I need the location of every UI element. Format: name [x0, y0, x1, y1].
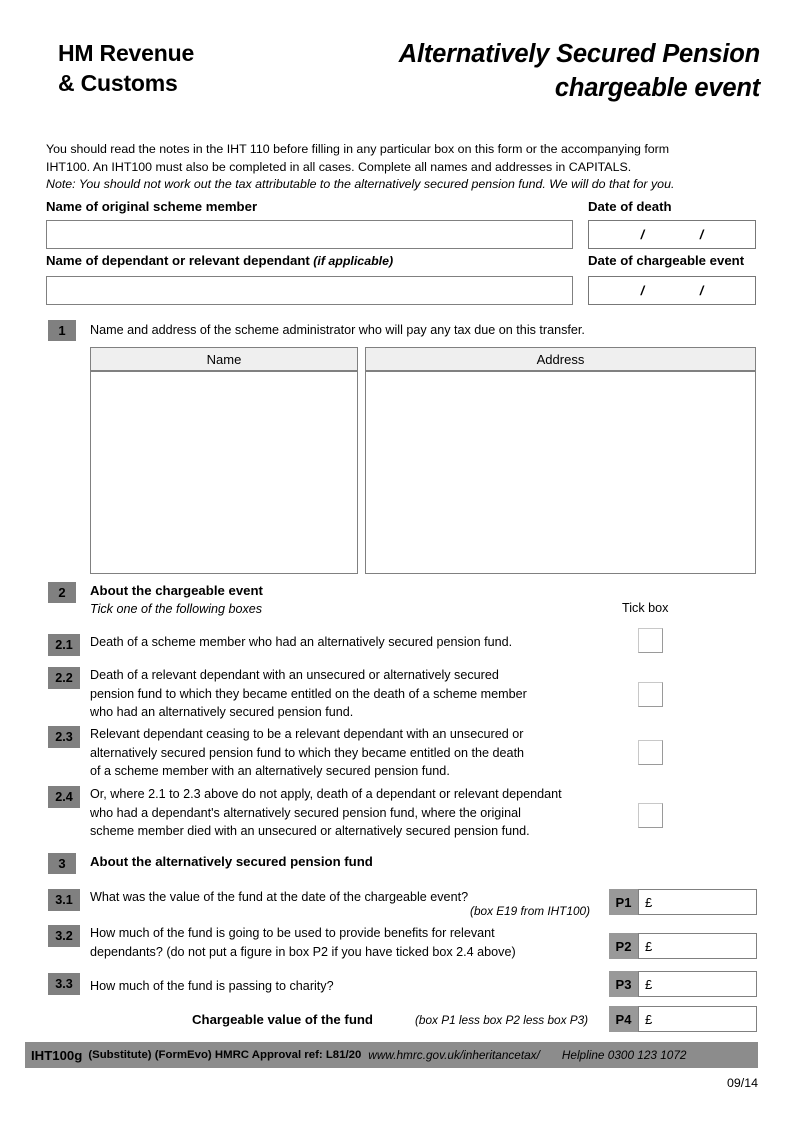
option-2-1-line1: Death of a scheme member who had an alte…	[90, 635, 513, 649]
money-box-p4[interactable]: P4 £	[609, 1006, 757, 1032]
option-2-1-badge: 2.1	[48, 634, 80, 656]
option-2-4-checkbox[interactable]	[638, 803, 663, 828]
money-box-p3-input[interactable]: £	[638, 971, 757, 997]
intro-note: Note: You should not work out the tax at…	[46, 177, 675, 192]
dependant-name-label-qualifier: (if applicable)	[313, 254, 394, 268]
chargeable-value-ref: (box P1 less box P2 less box P3)	[415, 1013, 589, 1027]
question-3-3-text: How much of the fund is passing to chari…	[90, 979, 334, 993]
question-3-3-badge: 3.3	[48, 973, 80, 995]
money-box-p1-input[interactable]: £	[638, 889, 757, 915]
administrator-name-input[interactable]	[90, 371, 358, 574]
section-1-instruction: Name and address of the scheme administr…	[90, 323, 585, 337]
option-2-3-line1: Relevant dependant ceasing to be a relev…	[90, 727, 524, 741]
money-box-p3-code: P3	[609, 971, 638, 997]
date-of-event-input[interactable]: / /	[588, 276, 756, 305]
hmrc-logo: HM Revenue & Customs	[58, 38, 194, 99]
chargeable-value-label: Chargeable value of the fund	[192, 1012, 373, 1027]
footer-revision-date: 09/14	[726, 1076, 758, 1090]
option-2-3-checkbox[interactable]	[638, 740, 663, 765]
dependant-name-label: Name of dependant or relevant dependant …	[46, 253, 394, 268]
option-2-2-line2: pension fund to which they became entitl…	[90, 686, 527, 701]
option-2-2-line1: Death of a relevant dependant with an un…	[90, 668, 499, 682]
money-box-p4-input[interactable]: £	[638, 1006, 757, 1032]
administrator-address-input[interactable]	[365, 371, 756, 574]
footer-bar: IHT100g (Substitute) (FormEvo) HMRC Appr…	[25, 1042, 758, 1068]
date-of-death-label: Date of death	[588, 199, 672, 214]
intro-paragraph: You should read the notes in the IHT 110…	[46, 141, 772, 194]
form-title-line2: chargeable event	[554, 73, 760, 102]
money-box-p4-code: P4	[609, 1006, 638, 1032]
option-2-2-badge: 2.2	[48, 667, 80, 689]
section-2-badge: 2	[48, 582, 76, 603]
section-2-heading: About the chargeable event	[90, 583, 263, 598]
money-box-p4-currency: £	[645, 1011, 653, 1027]
question-3-2-line2: dependants? (do not put a figure in box …	[90, 944, 516, 959]
money-box-p2-input[interactable]: £	[638, 933, 757, 959]
option-2-4-line1: Or, where 2.1 to 2.3 above do not apply,…	[90, 787, 562, 801]
footer-url-link[interactable]: www.hmrc.gov.uk/inheritancetax/	[368, 1048, 540, 1062]
option-2-4-line2: who had a dependant's alternatively secu…	[90, 805, 521, 820]
intro-line1: You should read the notes in the IHT 110…	[46, 142, 670, 156]
table-header-name: Name	[90, 347, 358, 371]
option-2-2-text: Death of a relevant dependant with an un…	[90, 666, 610, 722]
question-3-2-line1: How much of the fund is going to be used…	[90, 926, 495, 940]
date-of-event-label: Date of chargeable event	[588, 253, 745, 268]
question-3-2-text: How much of the fund is going to be used…	[90, 924, 600, 961]
footer-form-code: IHT100g	[31, 1047, 83, 1063]
option-2-4-line3: scheme member died with an unsecured or …	[90, 824, 530, 838]
money-box-p2-code: P2	[609, 933, 638, 959]
scheme-member-label: Name of original scheme member	[46, 199, 258, 214]
question-3-1-badge: 3.1	[48, 889, 80, 911]
section-3-badge: 3	[48, 853, 76, 874]
option-2-3-line3: of a scheme member with an alternatively…	[90, 764, 450, 778]
section-2-subheading: Tick one of the following boxes	[90, 602, 263, 616]
option-2-1-checkbox[interactable]	[638, 628, 663, 653]
money-box-p1[interactable]: P1 £	[609, 889, 757, 915]
option-2-4-text: Or, where 2.1 to 2.3 above do not apply,…	[90, 785, 635, 841]
date-of-death-input[interactable]: / /	[588, 220, 756, 249]
footer-approval-ref: (Substitute) (FormEvo) HMRC Approval ref…	[88, 1049, 362, 1061]
option-2-2-line3: who had an alternatively secured pension…	[90, 705, 354, 719]
tick-box-column-label: Tick box	[622, 601, 669, 615]
form-title-line1: Alternatively Secured Pension	[398, 40, 760, 68]
section-1-badge: 1	[48, 320, 76, 341]
money-box-p2[interactable]: P2 £	[609, 933, 757, 959]
money-box-p3[interactable]: P3 £	[609, 971, 757, 997]
option-2-3-badge: 2.3	[48, 726, 80, 748]
money-box-p1-currency: £	[645, 894, 653, 910]
money-box-p3-currency: £	[645, 976, 653, 992]
money-box-p2-currency: £	[645, 938, 653, 954]
hmrc-logo-line2: & Customs	[58, 70, 178, 97]
form-page: HM Revenue & Customs Alternatively Secur…	[0, 0, 800, 1132]
hmrc-logo-line1: HM Revenue	[58, 40, 195, 66]
money-box-p1-code: P1	[609, 889, 638, 915]
intro-line2: IHT100. An IHT100 must also be completed…	[46, 159, 632, 174]
question-3-2-badge: 3.2	[48, 925, 80, 947]
option-2-2-checkbox[interactable]	[638, 682, 663, 707]
option-2-1-text: Death of a scheme member who had an alte…	[90, 633, 610, 652]
form-title: Alternatively Secured Pension chargeable…	[220, 38, 760, 106]
scheme-member-input[interactable]	[46, 220, 573, 249]
footer-helpline: Helpline 0300 123 1072	[561, 1048, 687, 1062]
question-3-1-ref: (box E19 from IHT100)	[470, 904, 590, 918]
option-2-4-badge: 2.4	[48, 786, 80, 808]
section-3-heading: About the alternatively secured pension …	[90, 854, 373, 869]
option-2-3-text: Relevant dependant ceasing to be a relev…	[90, 725, 625, 781]
table-header-address: Address	[365, 347, 756, 371]
option-2-3-line2: alternatively secured pension fund to wh…	[90, 745, 525, 760]
dependant-name-input[interactable]	[46, 276, 573, 305]
